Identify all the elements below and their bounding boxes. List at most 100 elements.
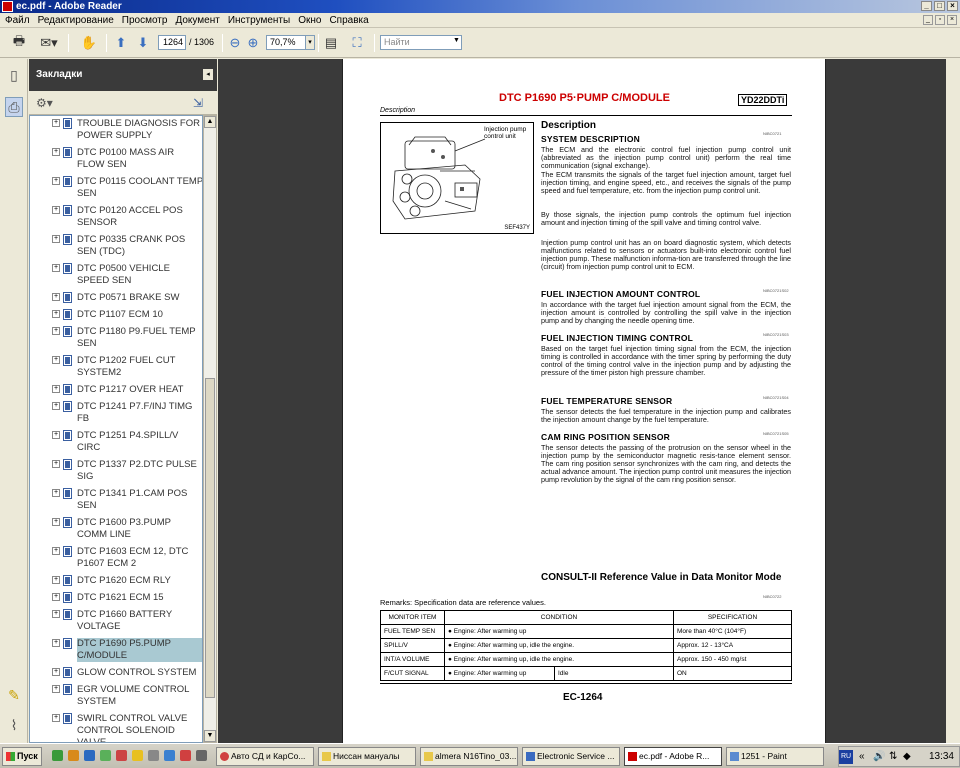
bookmarks-icon[interactable]: ⎙ (5, 97, 23, 117)
expand-icon[interactable]: + (52, 402, 60, 410)
expand-icon[interactable]: + (52, 431, 60, 439)
bookmark-item[interactable]: + DTC P1180 P9.FUEL TEMP SEN (30, 326, 202, 354)
menu-window[interactable]: Окно (295, 15, 326, 26)
scroll-thumb[interactable] (205, 378, 215, 698)
fit-width-icon[interactable]: ⛶ (348, 34, 366, 52)
maximize-button[interactable]: □ (934, 1, 945, 11)
options-gear-icon[interactable]: ⚙▾ (36, 96, 53, 110)
expand-icon[interactable]: + (52, 610, 60, 618)
minimize-button[interactable]: _ (921, 1, 932, 11)
search-dropdown-icon[interactable]: ▼ (453, 37, 460, 44)
zoom-in-icon[interactable]: ⊕ (246, 34, 260, 52)
scroll-up-arrow[interactable]: ▲ (204, 116, 216, 128)
bookmark-item[interactable]: + EGR VOLUME CONTROL SYSTEM (30, 684, 202, 712)
taskbar-button[interactable]: almera N16Tino_03... (420, 747, 518, 766)
expand-icon[interactable]: + (52, 385, 60, 393)
bookmark-item[interactable]: + SWIRL CONTROL VALVE CONTROL SOLENOID VA… (30, 713, 202, 742)
bookmark-item[interactable]: + DTC P1620 ECM RLY (30, 575, 202, 591)
bookmark-item[interactable]: + DTC P1251 P4.SPILL/V CIRC (30, 430, 202, 458)
zoom-input[interactable]: 70,7% (266, 35, 306, 50)
expand-icon[interactable]: + (52, 356, 60, 364)
zoom-dropdown-icon[interactable]: ▾ (305, 35, 315, 50)
doc-restore-button[interactable]: ▫ (935, 15, 945, 25)
expand-icon[interactable]: + (52, 293, 60, 301)
hand-tool-icon[interactable]: ✋ (78, 34, 100, 52)
quicklaunch-icon[interactable] (116, 750, 127, 761)
expand-icon[interactable]: + (52, 547, 60, 555)
taskbar-button[interactable]: Electronic Service ... (522, 747, 620, 766)
expand-icon[interactable]: + (52, 264, 60, 272)
bookmark-item[interactable]: + DTC P1660 BATTERY VOLTAGE (30, 609, 202, 637)
menu-document[interactable]: Документ (172, 15, 224, 26)
bookmark-item[interactable]: + DTC P0115 COOLANT TEMP SEN (30, 176, 202, 204)
bookmark-item[interactable]: + DTC P1337 P2.DTC PULSE SIG (30, 459, 202, 487)
bookmark-item-selected[interactable]: + DTC P1690 P5.PUMP C/MODULE (30, 638, 202, 666)
comments-icon[interactable]: ✎ (5, 685, 23, 705)
bookmark-item[interactable]: + DTC P1600 P3.PUMP COMM LINE (30, 517, 202, 545)
quicklaunch-icon[interactable] (196, 750, 207, 761)
taskbar-button[interactable]: Авто СД и КарСо... (216, 747, 314, 766)
page-number-input[interactable]: 1264 (158, 35, 186, 50)
expand-icon[interactable]: + (52, 576, 60, 584)
expand-icon[interactable]: + (52, 206, 60, 214)
doc-minimize-button[interactable]: _ (923, 15, 933, 25)
doc-close-button[interactable]: × (947, 15, 957, 25)
bookmark-item[interactable]: + DTC P0571 BRAKE SW (30, 292, 202, 308)
expand-bookmark-icon[interactable]: ⇲ (193, 96, 203, 110)
collapse-panel-icon[interactable]: ◂ (203, 69, 213, 80)
bookmark-item[interactable]: + DTC P0120 ACCEL POS SENSOR (30, 205, 202, 233)
quicklaunch-icon[interactable] (132, 750, 143, 761)
bookmark-item[interactable]: + DTC P1621 ECM 15 (30, 592, 202, 608)
menu-tools[interactable]: Инструменты (225, 15, 295, 26)
bookmark-item[interactable]: + TROUBLE DIAGNOSIS FOR POWER SUPPLY (30, 118, 202, 146)
bookmark-item[interactable]: + DTC P0100 MASS AIR FLOW SEN (30, 147, 202, 175)
fit-page-icon[interactable]: ▤ (322, 34, 340, 52)
bookmark-item[interactable]: + GLOW CONTROL SYSTEM (30, 667, 202, 683)
next-page-icon[interactable]: ⬇ (134, 34, 152, 52)
start-button[interactable]: Пуск (2, 747, 42, 766)
scroll-down-arrow[interactable]: ▼ (204, 730, 216, 742)
quicklaunch-icon[interactable] (148, 750, 159, 761)
quicklaunch-icon[interactable] (68, 750, 79, 761)
expand-icon[interactable]: + (52, 119, 60, 127)
close-button[interactable]: × (947, 1, 958, 11)
previous-page-icon[interactable]: ⬆ (112, 34, 130, 52)
expand-icon[interactable]: + (52, 489, 60, 497)
zoom-out-icon[interactable]: ⊖ (228, 34, 242, 52)
bookmarks-scrollbar[interactable]: ▲ ▼ (203, 115, 217, 743)
search-input[interactable]: Найти (380, 35, 462, 50)
pages-icon[interactable]: ▯ (5, 65, 23, 85)
quicklaunch-icon[interactable] (52, 750, 63, 761)
language-indicator[interactable]: RU (839, 750, 853, 764)
expand-icon[interactable]: + (52, 235, 60, 243)
quicklaunch-icon[interactable] (180, 750, 191, 761)
bookmark-item[interactable]: + DTC P1217 OVER HEAT (30, 384, 202, 400)
taskbar-button-active[interactable]: ec.pdf - Adobe R... (624, 747, 722, 766)
menu-view[interactable]: Просмотр (119, 15, 173, 26)
expand-icon[interactable]: + (52, 148, 60, 156)
menu-file[interactable]: Файл (2, 15, 35, 26)
volume-icon[interactable]: 🔊 (873, 751, 885, 762)
attachments-icon[interactable]: ⌇ (5, 715, 23, 735)
email-icon[interactable]: ✉▾ (36, 34, 62, 52)
expand-icon[interactable]: + (52, 177, 60, 185)
menu-edit[interactable]: Редактирование (35, 15, 119, 26)
bookmark-item[interactable]: + DTC P0500 VEHICLE SPEED SEN (30, 263, 202, 291)
quicklaunch-icon[interactable] (100, 750, 111, 761)
bookmark-item[interactable]: + DTC P1107 ECM 10 (30, 309, 202, 325)
document-scrollbar[interactable] (946, 59, 960, 743)
expand-icon[interactable]: + (52, 593, 60, 601)
bookmark-item[interactable]: + DTC P1341 P1.CAM POS SEN (30, 488, 202, 516)
expand-icon[interactable]: + (52, 310, 60, 318)
tray-app-icon[interactable]: ◆ (903, 751, 911, 762)
quicklaunch-icon[interactable] (84, 750, 95, 761)
print-icon[interactable]: 🖶 (8, 33, 30, 52)
bookmark-item[interactable]: + DTC P1603 ECM 12, DTC P1607 ECM 2 (30, 546, 202, 574)
expand-icon[interactable]: + (52, 518, 60, 526)
expand-icon[interactable]: + (52, 639, 60, 647)
bookmark-item[interactable]: + DTC P0335 CRANK POS SEN (TDC) (30, 234, 202, 262)
quicklaunch-icon[interactable] (164, 750, 175, 761)
tray-expand-icon[interactable]: « (859, 751, 865, 762)
expand-icon[interactable]: + (52, 460, 60, 468)
expand-icon[interactable]: + (52, 685, 60, 693)
